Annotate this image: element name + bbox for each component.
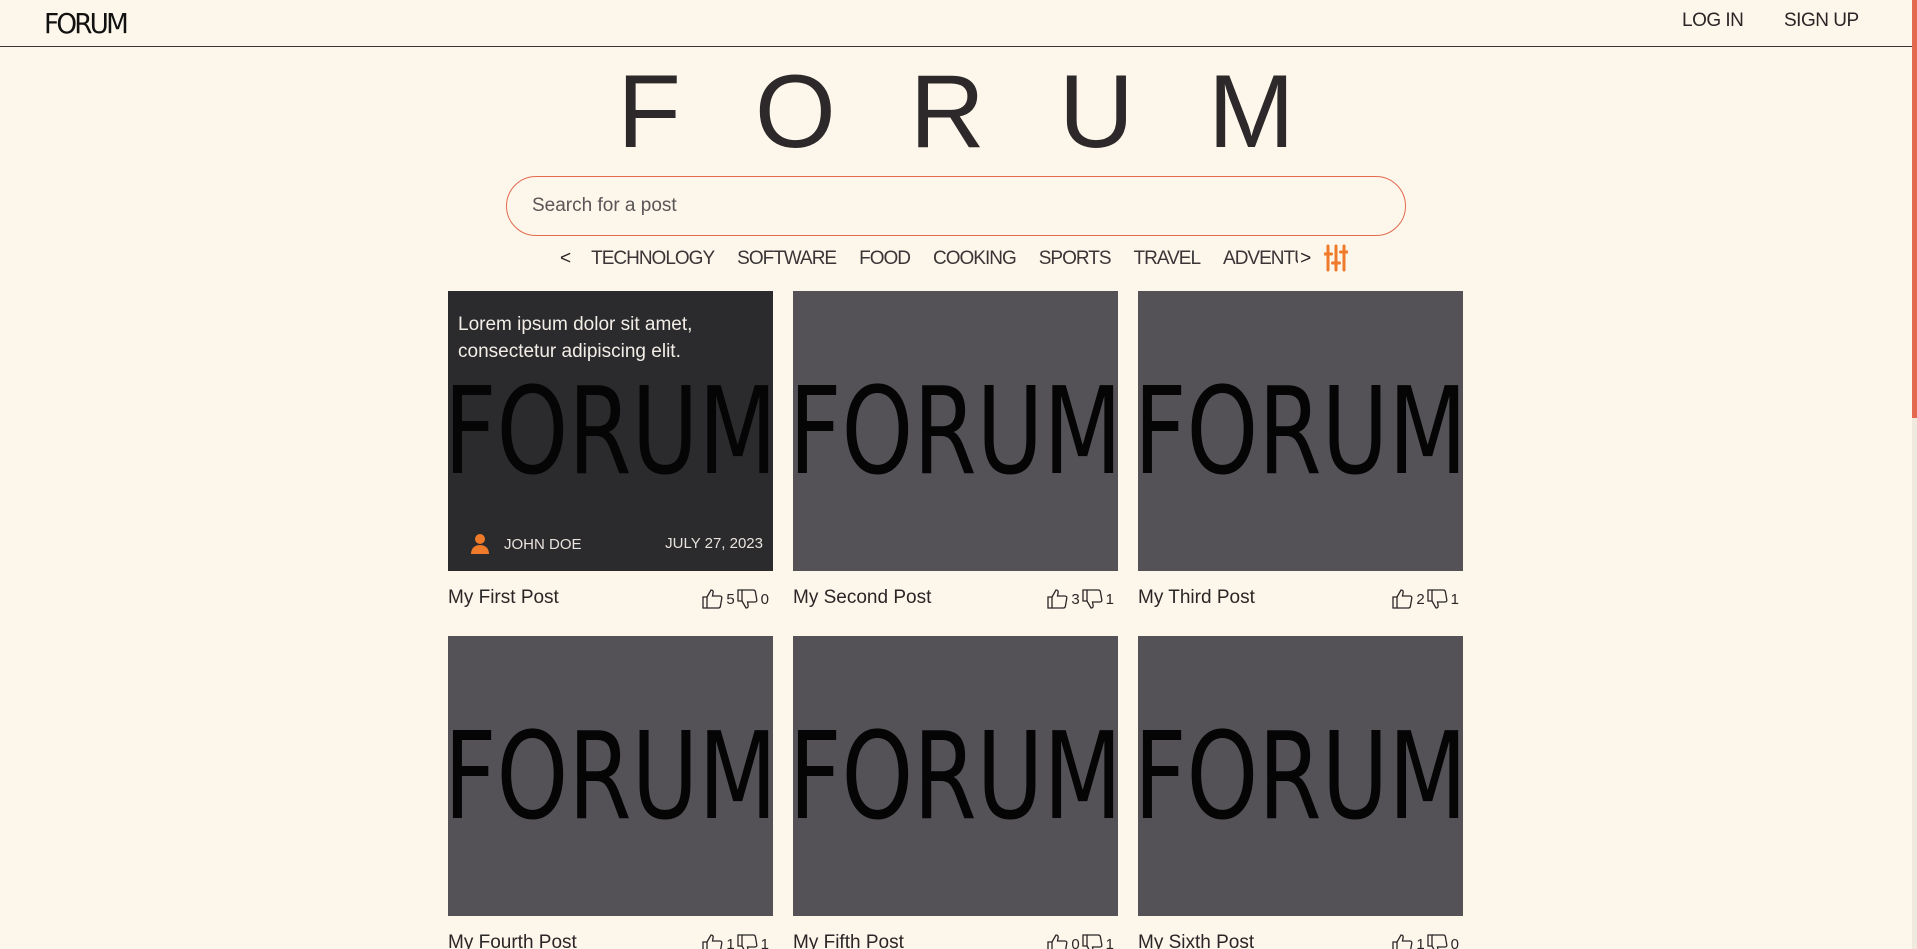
dislike-count: 0 <box>760 590 769 608</box>
thumbs-down-icon <box>1426 932 1450 949</box>
post-title[interactable]: My Second Post <box>793 587 931 609</box>
like-button[interactable]: 1 <box>701 932 735 949</box>
post-thumbnail[interactable]: FORUM <box>448 636 773 916</box>
forum-logo-icon: FORUM <box>448 722 773 830</box>
post-footer: My Second Post 3 1 <box>793 587 1118 613</box>
user-icon <box>471 534 489 554</box>
category-adventure[interactable]: ADVENTURE <box>1223 248 1298 270</box>
forum-logo-icon: FORUM <box>44 9 128 37</box>
post-footer: My First Post 5 0 <box>448 587 773 613</box>
post-thumbnail[interactable]: FORUM <box>793 291 1118 571</box>
category-next-button[interactable]: > <box>1300 248 1311 270</box>
like-button[interactable]: 0 <box>1046 932 1080 949</box>
dislike-button[interactable]: 1 <box>1081 932 1115 949</box>
dislike-count: 0 <box>1450 935 1459 949</box>
category-travel[interactable]: TRAVEL <box>1134 248 1202 270</box>
forum-logo-icon: FORUM <box>793 377 1118 485</box>
like-button[interactable]: 1 <box>1391 932 1425 949</box>
thumbs-up-icon <box>1046 587 1070 611</box>
post-votes: 1 0 <box>1391 932 1460 949</box>
dislike-button[interactable]: 1 <box>1426 587 1460 611</box>
category-cooking[interactable]: COOKING <box>933 248 1017 270</box>
category-prev-button[interactable]: < <box>560 248 571 270</box>
post-votes: 5 0 <box>701 587 770 611</box>
post-footer: My Fourth Post 1 1 <box>448 932 773 949</box>
category-bar: < TECHNOLOGY SOFTWARE FOOD COOKING SPORT… <box>560 244 1311 274</box>
forum-logo[interactable]: FORUM <box>44 9 128 37</box>
svg-text:FORUM: FORUM <box>448 377 773 485</box>
category-sports[interactable]: SPORTS <box>1039 248 1112 270</box>
dislike-button[interactable]: 1 <box>1081 587 1115 611</box>
post-excerpt: Lorem ipsum dolor sit amet, consectetur … <box>458 314 693 362</box>
post-thumbnail[interactable]: FORUM <box>793 636 1118 916</box>
post-title[interactable]: My Sixth Post <box>1138 932 1254 949</box>
like-count: 5 <box>726 590 735 608</box>
thumbs-down-icon <box>1081 932 1105 949</box>
like-count: 3 <box>1071 590 1080 608</box>
like-button[interactable]: 2 <box>1391 587 1425 611</box>
dislike-button[interactable]: 0 <box>736 587 770 611</box>
svg-text:FORUM: FORUM <box>44 9 127 37</box>
svg-text:FORUM: FORUM <box>448 722 773 830</box>
dislike-button[interactable]: 1 <box>736 932 770 949</box>
thumbs-down-icon <box>1426 587 1450 611</box>
dislike-count: 1 <box>1105 590 1114 608</box>
svg-text:FORUM: FORUM <box>1138 722 1463 830</box>
dislike-count: 1 <box>1105 935 1114 949</box>
forum-logo-icon: FORUM <box>448 377 773 485</box>
signup-link[interactable]: SIGN UP <box>1784 10 1859 32</box>
dislike-count: 1 <box>1450 590 1459 608</box>
like-count: 1 <box>1416 935 1425 949</box>
post-title[interactable]: My Third Post <box>1138 587 1255 609</box>
post-votes: 1 1 <box>701 932 770 949</box>
svg-text:FORUM: FORUM <box>793 377 1118 485</box>
thumbs-up-icon <box>701 932 725 949</box>
like-button[interactable]: 5 <box>701 587 735 611</box>
hero-title: FORUM <box>617 54 1369 170</box>
dislike-button[interactable]: 0 <box>1426 932 1460 949</box>
search-bar <box>506 176 1406 236</box>
post-footer: My Fifth Post 0 1 <box>793 932 1118 949</box>
post-votes: 0 1 <box>1046 932 1115 949</box>
category-technology[interactable]: TECHNOLOGY <box>591 248 715 270</box>
thumbs-up-icon <box>1391 587 1415 611</box>
forum-logo-icon: FORUM <box>793 722 1118 830</box>
thumbs-down-icon <box>736 932 760 949</box>
like-count: 1 <box>726 935 735 949</box>
like-count: 0 <box>1071 935 1080 949</box>
post-date: JULY 27, 2023 <box>665 535 763 552</box>
category-food[interactable]: FOOD <box>859 248 911 270</box>
svg-text:FORUM: FORUM <box>1138 377 1463 485</box>
search-input[interactable] <box>507 177 1405 235</box>
thumbs-down-icon <box>1081 587 1105 611</box>
filter-sliders-icon[interactable] <box>1323 244 1349 272</box>
thumbs-down-icon <box>736 587 760 611</box>
post-thumbnail[interactable]: FORUM Lorem ipsum dolor sit amet, consec… <box>448 291 773 571</box>
top-navbar: FORUM LOG IN SIGN UP <box>0 0 1912 47</box>
post-footer: My Sixth Post 1 0 <box>1138 932 1463 949</box>
forum-logo-icon: FORUM <box>1138 377 1463 485</box>
like-count: 2 <box>1416 590 1425 608</box>
category-list: TECHNOLOGY SOFTWARE FOOD COOKING SPORTS … <box>591 248 1298 270</box>
post-title[interactable]: My Fourth Post <box>448 932 577 949</box>
post-title[interactable]: My Fifth Post <box>793 932 904 949</box>
post-footer: My Third Post 2 1 <box>1138 587 1463 613</box>
dislike-count: 1 <box>760 935 769 949</box>
thumbs-up-icon <box>1046 932 1070 949</box>
post-author: JOHN DOE <box>470 533 582 555</box>
like-button[interactable]: 3 <box>1046 587 1080 611</box>
post-thumbnail[interactable]: FORUM <box>1138 291 1463 571</box>
forum-logo-icon: FORUM <box>1138 722 1463 830</box>
post-thumbnail[interactable]: FORUM <box>1138 636 1463 916</box>
thumbs-up-icon <box>1391 932 1415 949</box>
thumbs-up-icon <box>701 587 725 611</box>
post-author-name: JOHN DOE <box>504 535 582 553</box>
post-votes: 3 1 <box>1046 587 1115 611</box>
svg-text:FORUM: FORUM <box>793 722 1118 830</box>
scrollbar-thumb[interactable] <box>1912 0 1917 418</box>
category-software[interactable]: SOFTWARE <box>737 248 837 270</box>
post-votes: 2 1 <box>1391 587 1460 611</box>
post-title[interactable]: My First Post <box>448 587 559 609</box>
login-link[interactable]: LOG IN <box>1682 10 1744 32</box>
